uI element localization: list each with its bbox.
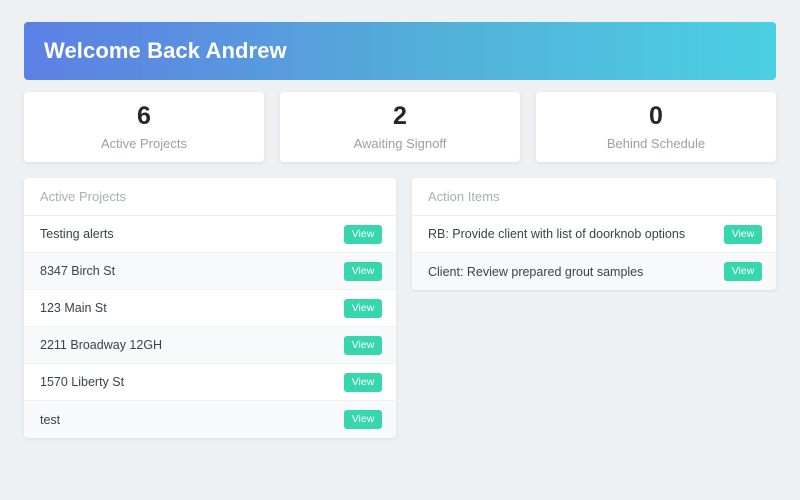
view-button[interactable]: View <box>344 410 382 429</box>
project-name: 2211 Broadway 12GH <box>40 338 163 352</box>
table-row[interactable]: 1570 Liberty St View <box>24 364 396 401</box>
table-row[interactable]: RB: Provide client with list of doorknob… <box>412 216 776 253</box>
view-button[interactable]: View <box>724 262 762 281</box>
project-name: 1570 Liberty St <box>40 375 125 389</box>
stat-label: Behind Schedule <box>606 135 706 151</box>
view-button[interactable]: View <box>724 224 762 244</box>
action-item-name: RB: Provide client with list of doorknob… <box>428 227 686 241</box>
dashboard-page: Welcome Back Andrew 6 Active Projects 2 … <box>0 0 800 500</box>
welcome-title: Welcome Back Andrew <box>44 38 287 63</box>
stat-label: Active Projects <box>101 135 187 151</box>
stat-value: 2 <box>393 102 407 131</box>
action-item-name: Client: Review prepared grout samples <box>428 264 644 279</box>
view-button[interactable]: View <box>344 298 382 318</box>
panel-title: Active Projects <box>40 189 126 204</box>
table-row[interactable]: 123 Main St View <box>24 290 396 327</box>
project-name: test <box>40 412 61 427</box>
stats-row: 6 Active Projects 2 Awaiting Signoff 0 B… <box>24 92 776 162</box>
table-row[interactable]: Client: Review prepared grout samples Vi… <box>412 253 776 290</box>
table-row[interactable]: 2211 Broadway 12GH View <box>24 327 396 364</box>
project-name: 123 Main St <box>40 301 107 315</box>
table-row[interactable]: Testing alerts View <box>24 216 396 253</box>
panel-title: Action Items <box>428 189 500 204</box>
project-name: 8347 Birch St <box>40 264 116 278</box>
stat-card-active-projects: 6 Active Projects <box>24 92 264 162</box>
stat-card-behind-schedule: 0 Behind Schedule <box>536 92 776 162</box>
table-row[interactable]: test View <box>24 401 396 438</box>
stat-value: 6 <box>137 102 151 131</box>
view-button[interactable]: View <box>344 261 382 281</box>
table-row[interactable]: 8347 Birch St View <box>24 253 396 290</box>
action-items-header: Action Items <box>412 178 776 216</box>
stat-card-awaiting-signoff: 2 Awaiting Signoff <box>280 92 520 162</box>
stat-value: 0 <box>649 102 663 131</box>
active-projects-header: Active Projects <box>24 178 396 216</box>
active-projects-panel: Active Projects Testing alerts View 8347… <box>24 178 396 438</box>
project-name: Testing alerts <box>40 227 114 241</box>
view-button[interactable]: View <box>344 224 382 244</box>
view-button[interactable]: View <box>344 372 382 392</box>
welcome-banner: Welcome Back Andrew <box>24 22 776 80</box>
view-button[interactable]: View <box>344 335 382 355</box>
panels-row: Active Projects Testing alerts View 8347… <box>24 178 776 438</box>
action-items-panel: Action Items RB: Provide client with lis… <box>412 178 776 290</box>
stat-label: Awaiting Signoff <box>353 135 447 151</box>
